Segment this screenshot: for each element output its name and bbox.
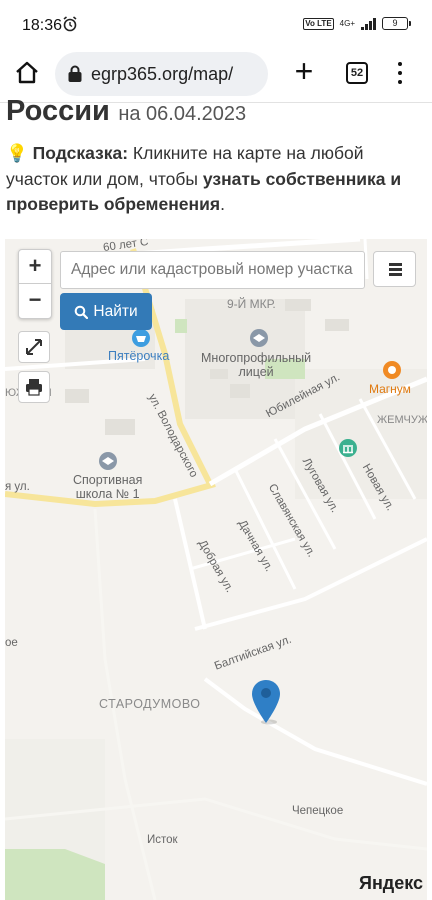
- page-title: России на 06.04.2023: [6, 95, 426, 131]
- sport-school-icon[interactable]: [98, 451, 118, 471]
- battery-icon: 9: [382, 17, 411, 30]
- map-pin-icon[interactable]: [251, 679, 281, 725]
- browser-toolbar: egrp365.org/map/ + 52: [0, 52, 432, 96]
- map-label-starodumovo: СТАРОДУМОВО: [99, 697, 201, 711]
- tab-count-button[interactable]: 52: [346, 62, 368, 84]
- map-label-pyaterochka: Пятёрочка: [108, 349, 170, 363]
- map-label-sport-school: Спортивная школа № 1: [73, 473, 143, 501]
- address-search-input[interactable]: [60, 251, 365, 289]
- zoom-control: + −: [18, 249, 52, 319]
- menu-icon[interactable]: [373, 251, 416, 287]
- url-text: egrp365.org/map/: [91, 63, 234, 84]
- lock-icon: [68, 65, 82, 82]
- map-label-istok: Исток: [147, 834, 178, 846]
- volte-icon: Vo LTE: [303, 17, 334, 30]
- status-bar: 18:36 Vo LTE 4G+ 9: [0, 0, 432, 52]
- hint-paragraph: 💡 Подсказка: Кликните на карте на любой …: [6, 141, 426, 218]
- home-icon[interactable]: [14, 60, 40, 86]
- find-button[interactable]: Найти: [60, 293, 152, 330]
- map-label-chetseskoe: Чепецкое: [292, 805, 344, 817]
- zoom-out-button[interactable]: −: [19, 284, 51, 318]
- hint-label: Подсказка:: [32, 143, 129, 163]
- search-icon: [75, 305, 89, 319]
- school-icon[interactable]: [249, 328, 269, 348]
- alarm-icon: [63, 16, 77, 32]
- map-label-lyceum: Многопрофильный лицей: [201, 351, 312, 379]
- printer-icon: [26, 379, 42, 396]
- status-indicators: Vo LTE 4G+ 9: [303, 17, 411, 30]
- map-label-ul-left: я ул.: [5, 481, 30, 493]
- hint-end: .: [220, 194, 225, 214]
- status-time: 18:36: [22, 17, 63, 34]
- browser-menu-icon[interactable]: [392, 60, 408, 86]
- museum-icon[interactable]: [338, 438, 358, 458]
- map-view[interactable]: 60 лет С 9-Й МКР. Пятёрочка Многопрофиль…: [5, 239, 427, 900]
- fullscreen-button[interactable]: [18, 331, 50, 363]
- lightbulb-icon: 💡: [6, 143, 28, 163]
- find-button-label: Найти: [93, 302, 138, 320]
- page-title-text: России: [6, 95, 110, 127]
- network-type: 4G+: [339, 18, 355, 28]
- zoom-in-button[interactable]: +: [19, 250, 51, 284]
- new-tab-button[interactable]: +: [291, 55, 317, 87]
- signal-icon: [361, 17, 376, 30]
- map-label-magnum: Магнум: [369, 382, 411, 396]
- shopping-basket-icon[interactable]: [131, 328, 151, 348]
- print-button[interactable]: [18, 371, 50, 403]
- page-date: на 06.04.2023: [118, 103, 247, 125]
- food-store-icon[interactable]: [382, 360, 402, 380]
- address-bar[interactable]: egrp365.org/map/: [55, 52, 268, 96]
- map-label-oe: ое: [5, 637, 18, 649]
- yandex-attribution[interactable]: Яндекс: [359, 873, 423, 894]
- map-label-mkr9: 9-Й МКР.: [227, 297, 276, 311]
- expand-icon: [26, 339, 42, 355]
- map-label-zhemchug: ЖЕМЧУЖ: [377, 414, 427, 426]
